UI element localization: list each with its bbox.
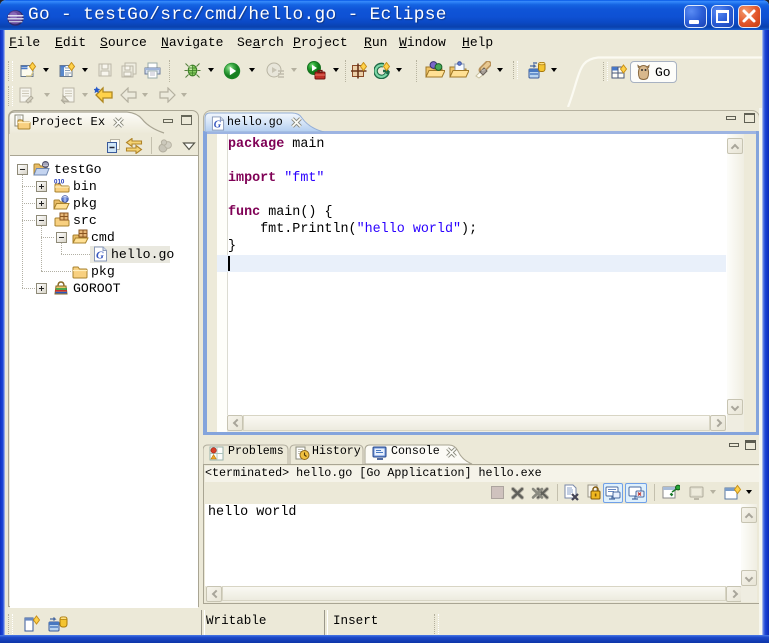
- svg-text:G: G: [214, 120, 222, 131]
- svg-text:G: G: [96, 250, 104, 262]
- svg-text:010: 010: [54, 179, 65, 186]
